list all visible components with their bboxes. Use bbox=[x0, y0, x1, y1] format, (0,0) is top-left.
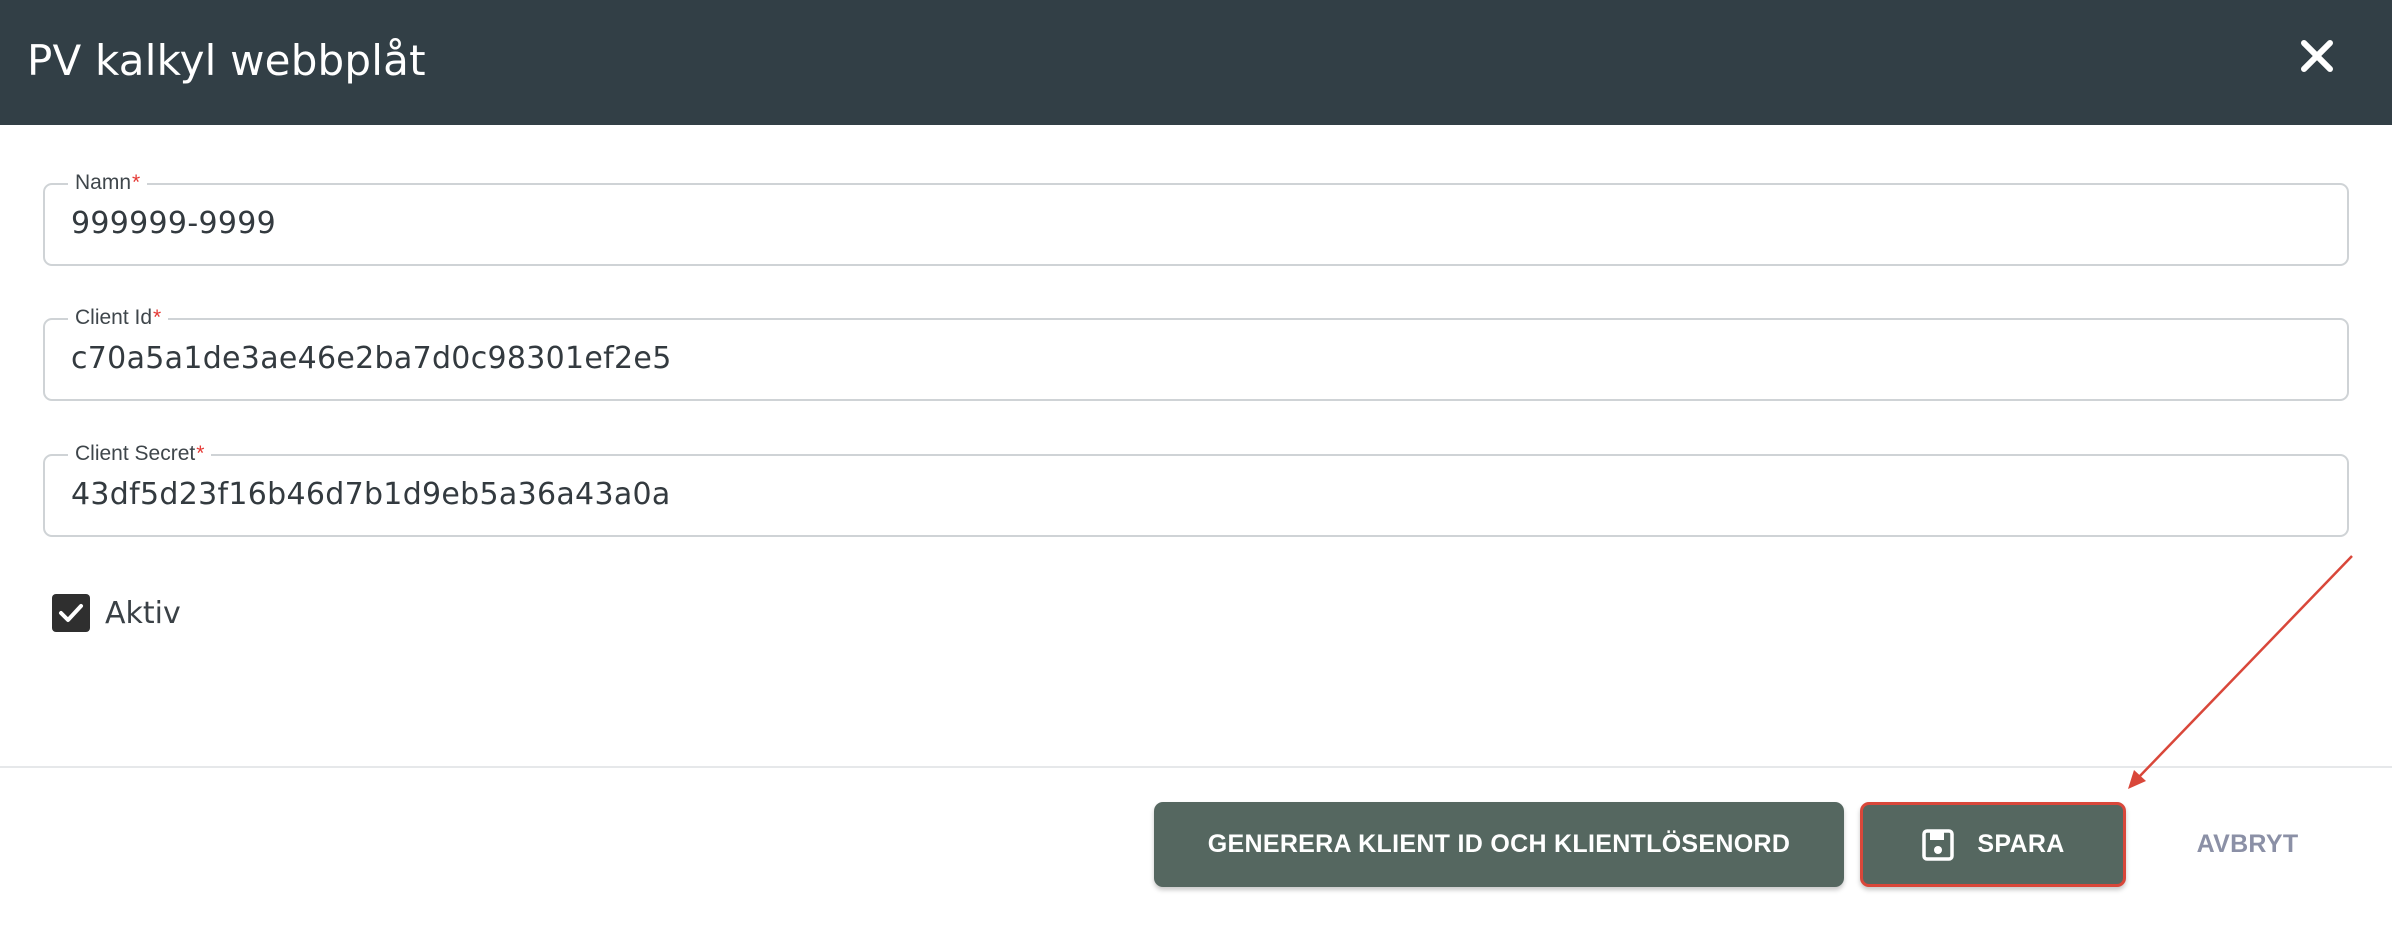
required-asterisk: * bbox=[196, 442, 205, 465]
close-icon bbox=[2301, 40, 2333, 72]
generate-credentials-label: GENERERA KLIENT ID OCH KLIENTLÖSENORD bbox=[1207, 830, 1791, 858]
client-secret-field-label: Client Secret* bbox=[68, 442, 212, 466]
active-checkbox[interactable] bbox=[52, 594, 90, 632]
client-secret-input[interactable]: 43df5d23f16b46d7b1d9eb5a36a43a0a bbox=[71, 476, 671, 514]
save-button-label: SPARA bbox=[1977, 830, 2065, 858]
name-field-label: Namn* bbox=[68, 171, 148, 195]
checkmark-icon bbox=[59, 604, 83, 622]
cancel-button[interactable]: AVBRYT bbox=[2170, 802, 2325, 887]
dialog-title: PV kalkyl webbplåt bbox=[27, 36, 426, 85]
name-input[interactable]: 999999-9999 bbox=[71, 205, 276, 243]
name-field[interactable]: Namn* 999999-9999 bbox=[43, 171, 2349, 266]
active-checkbox-row[interactable]: Aktiv bbox=[52, 593, 181, 633]
floppy-disk-icon bbox=[1921, 828, 1955, 862]
client-secret-field[interactable]: Client Secret* 43df5d23f16b46d7b1d9eb5a3… bbox=[43, 442, 2349, 537]
save-button[interactable]: SPARA bbox=[1860, 802, 2126, 887]
client-id-field-label: Client Id* bbox=[68, 306, 169, 330]
client-id-input[interactable]: c70a5a1de3ae46e2ba7d0c98301ef2e5 bbox=[71, 340, 672, 378]
close-button[interactable] bbox=[2292, 31, 2342, 81]
cancel-button-label: AVBRYT bbox=[2196, 830, 2299, 858]
required-asterisk: * bbox=[153, 306, 162, 329]
active-checkbox-label: Aktiv bbox=[105, 595, 181, 631]
footer-divider bbox=[0, 766, 2392, 768]
required-asterisk: * bbox=[132, 171, 141, 194]
client-id-field[interactable]: Client Id* c70a5a1de3ae46e2ba7d0c98301ef… bbox=[43, 306, 2349, 401]
dialog-header: PV kalkyl webbplåt bbox=[0, 0, 2392, 125]
dialog: PV kalkyl webbplåt Namn* 999999-9999 Cli… bbox=[0, 0, 2392, 945]
generate-credentials-button[interactable]: GENERERA KLIENT ID OCH KLIENTLÖSENORD bbox=[1154, 802, 1844, 887]
